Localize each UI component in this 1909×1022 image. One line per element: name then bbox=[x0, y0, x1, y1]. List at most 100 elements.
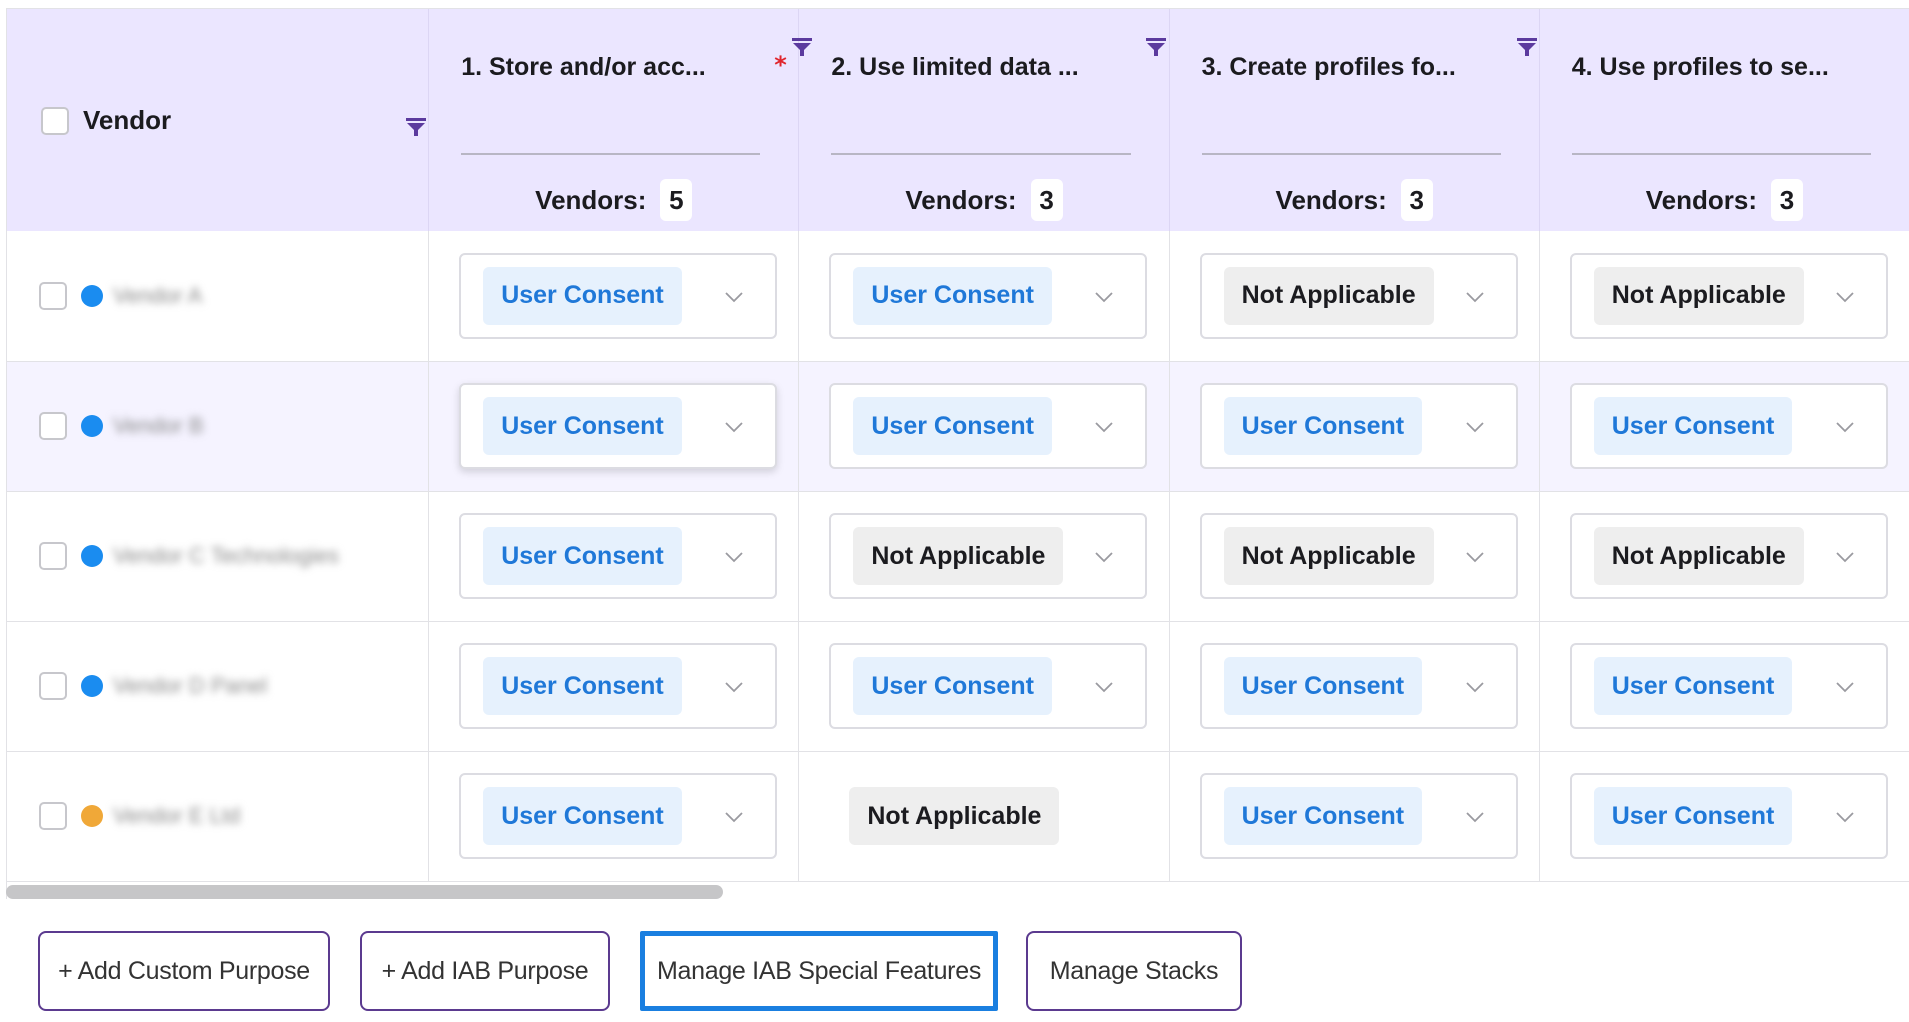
vendor-name[interactable]: Vendor D Panel bbox=[113, 673, 267, 699]
legal-basis-select[interactable]: User Consent bbox=[459, 383, 778, 469]
consent-cell: Not Applicable bbox=[1539, 491, 1909, 622]
vendors-count-label: Vendors: bbox=[535, 184, 647, 215]
chevron-down-icon bbox=[1836, 682, 1854, 693]
not-applicable-pill: Not Applicable bbox=[1223, 527, 1434, 585]
legal-basis-select[interactable]: User Consent bbox=[1199, 643, 1518, 729]
legal-basis-select[interactable]: User Consent bbox=[829, 252, 1148, 339]
legal-basis-select[interactable]: Not Applicable bbox=[829, 513, 1148, 599]
chevron-down-icon bbox=[1095, 422, 1114, 433]
vendors-count-badge: 3 bbox=[1771, 179, 1803, 221]
legal-basis-select[interactable]: User Consent bbox=[1569, 643, 1888, 729]
vendors-count: Vendors: 5 bbox=[429, 179, 798, 221]
purpose-title[interactable]: 2. Use limited data ... bbox=[831, 53, 1141, 82]
legal-basis-select[interactable]: User Consent bbox=[459, 643, 778, 729]
vendors-count-label: Vendors: bbox=[905, 184, 1017, 215]
vendor-column-label: Vendor bbox=[83, 105, 172, 135]
purpose-title[interactable]: 1. Store and/or acc... bbox=[461, 53, 771, 82]
vendor-cell: Vendor D Panel bbox=[7, 621, 430, 752]
required-marker: * bbox=[774, 51, 787, 79]
consent-pill: User Consent bbox=[853, 397, 1052, 455]
row-checkbox[interactable] bbox=[39, 412, 67, 440]
vendor-name[interactable]: Vendor B bbox=[113, 413, 204, 439]
legal-basis-select[interactable]: Not Applicable bbox=[1199, 513, 1518, 599]
legal-basis-select[interactable]: User Consent bbox=[1199, 383, 1518, 469]
row-checkbox[interactable] bbox=[39, 672, 67, 700]
chevron-down-icon bbox=[1465, 422, 1484, 433]
add-iab-purpose-button[interactable]: + Add IAB Purpose bbox=[360, 931, 610, 1011]
consent-pill: User Consent bbox=[1223, 787, 1423, 845]
consent-pill: User Consent bbox=[483, 397, 682, 455]
not-applicable-pill: Not Applicable bbox=[849, 787, 1060, 845]
consent-cell: User Consent bbox=[428, 751, 800, 882]
row-checkbox[interactable] bbox=[39, 281, 67, 310]
purpose-title[interactable]: 3. Create profiles fo... bbox=[1202, 53, 1512, 82]
chevron-down-icon bbox=[1095, 552, 1114, 563]
add-custom-purpose-button[interactable]: + Add Custom Purpose bbox=[38, 931, 330, 1011]
footer-actions: + Add Custom Purpose + Add IAB Purpose M… bbox=[0, 931, 1909, 1011]
chevron-down-icon bbox=[1836, 292, 1854, 303]
status-dot bbox=[81, 805, 103, 827]
chevron-down-icon bbox=[725, 422, 743, 433]
legal-basis-select[interactable]: Not Applicable bbox=[1569, 513, 1888, 599]
filter-icon[interactable] bbox=[1516, 36, 1538, 58]
status-dot bbox=[81, 284, 103, 307]
purpose-column-header: 1. Store and/or acc... * Vendors: 5 bbox=[428, 9, 813, 231]
consent-cell: User Consent bbox=[1539, 751, 1909, 882]
consent-pill: User Consent bbox=[1223, 397, 1423, 455]
chevron-down-icon bbox=[725, 682, 743, 693]
chevron-down-icon bbox=[1465, 292, 1484, 303]
chevron-down-icon bbox=[1465, 682, 1484, 693]
row-checkbox[interactable] bbox=[39, 802, 67, 830]
legal-basis-select[interactable]: User Consent bbox=[829, 643, 1148, 729]
consent-cell: User Consent bbox=[798, 361, 1170, 492]
vendor-cell: Vendor E Ltd bbox=[7, 751, 430, 882]
legal-basis-select[interactable]: User Consent bbox=[1199, 773, 1518, 859]
vendors-count-label: Vendors: bbox=[1645, 184, 1757, 215]
legal-basis-select[interactable]: User Consent bbox=[459, 773, 778, 859]
select-all-checkbox[interactable] bbox=[41, 106, 69, 135]
not-applicable-pill: Not Applicable bbox=[853, 527, 1064, 585]
legal-basis-select[interactable]: User Consent bbox=[1569, 383, 1888, 469]
legal-basis-select[interactable]: Not Applicable bbox=[1199, 252, 1518, 339]
consent-pill: User Consent bbox=[1593, 787, 1793, 845]
consent-cell: Not Applicable bbox=[1169, 491, 1540, 622]
row-checkbox[interactable] bbox=[39, 542, 67, 570]
header-divider bbox=[1571, 153, 1871, 155]
purpose-column-header: 3. Create profiles fo... Vendors: 3 bbox=[1169, 9, 1540, 231]
not-applicable-pill: Not Applicable bbox=[1593, 527, 1804, 585]
vendors-count: Vendors: 3 bbox=[1170, 179, 1539, 221]
vendor-name[interactable]: Vendor A bbox=[113, 283, 202, 309]
manage-iab-special-features-button[interactable]: Manage IAB Special Features bbox=[640, 931, 998, 1011]
table-row: Vendor D Panel User Consent User Consent bbox=[7, 621, 1909, 752]
legal-basis-select[interactable]: User Consent bbox=[459, 252, 778, 339]
header-divider bbox=[831, 153, 1131, 155]
chevron-down-icon bbox=[725, 812, 743, 823]
consent-cell: Not Applicable bbox=[798, 491, 1170, 622]
legal-basis-select[interactable]: User Consent bbox=[459, 513, 778, 599]
consent-pill: User Consent bbox=[483, 787, 682, 845]
legal-basis-select[interactable]: User Consent bbox=[1569, 773, 1888, 859]
horizontal-scrollbar[interactable] bbox=[6, 885, 1909, 899]
consent-cell: User Consent bbox=[428, 231, 800, 362]
vendors-count-badge: 3 bbox=[1400, 179, 1433, 221]
consent-cell: Not Applicable bbox=[1539, 231, 1909, 362]
chevron-down-icon bbox=[1836, 552, 1854, 563]
legal-basis-select[interactable]: User Consent bbox=[829, 383, 1148, 469]
manage-stacks-button[interactable]: Manage Stacks bbox=[1026, 931, 1242, 1011]
vendor-name[interactable]: Vendor C Technologies bbox=[113, 543, 339, 569]
vendors-count: Vendors: 3 bbox=[799, 179, 1168, 221]
chevron-down-icon bbox=[1095, 682, 1114, 693]
vendor-name[interactable]: Vendor E Ltd bbox=[113, 803, 240, 829]
scrollbar-thumb[interactable] bbox=[6, 885, 723, 899]
filter-icon[interactable] bbox=[405, 116, 427, 138]
chevron-down-icon bbox=[1095, 292, 1114, 303]
status-dot bbox=[81, 415, 103, 437]
filter-icon[interactable] bbox=[1145, 36, 1167, 58]
purpose-title[interactable]: 4. Use profiles to se... bbox=[1572, 53, 1882, 82]
header-divider bbox=[461, 153, 761, 155]
vendors-count: Vendors: 3 bbox=[1540, 179, 1909, 221]
chevron-down-icon bbox=[725, 292, 743, 303]
legal-basis-select[interactable]: Not Applicable bbox=[1569, 252, 1888, 339]
table-row: Vendor E Ltd User Consent Not Applicable… bbox=[7, 751, 1909, 882]
purpose-column-header: 2. Use limited data ... Vendors: 3 bbox=[798, 9, 1170, 231]
